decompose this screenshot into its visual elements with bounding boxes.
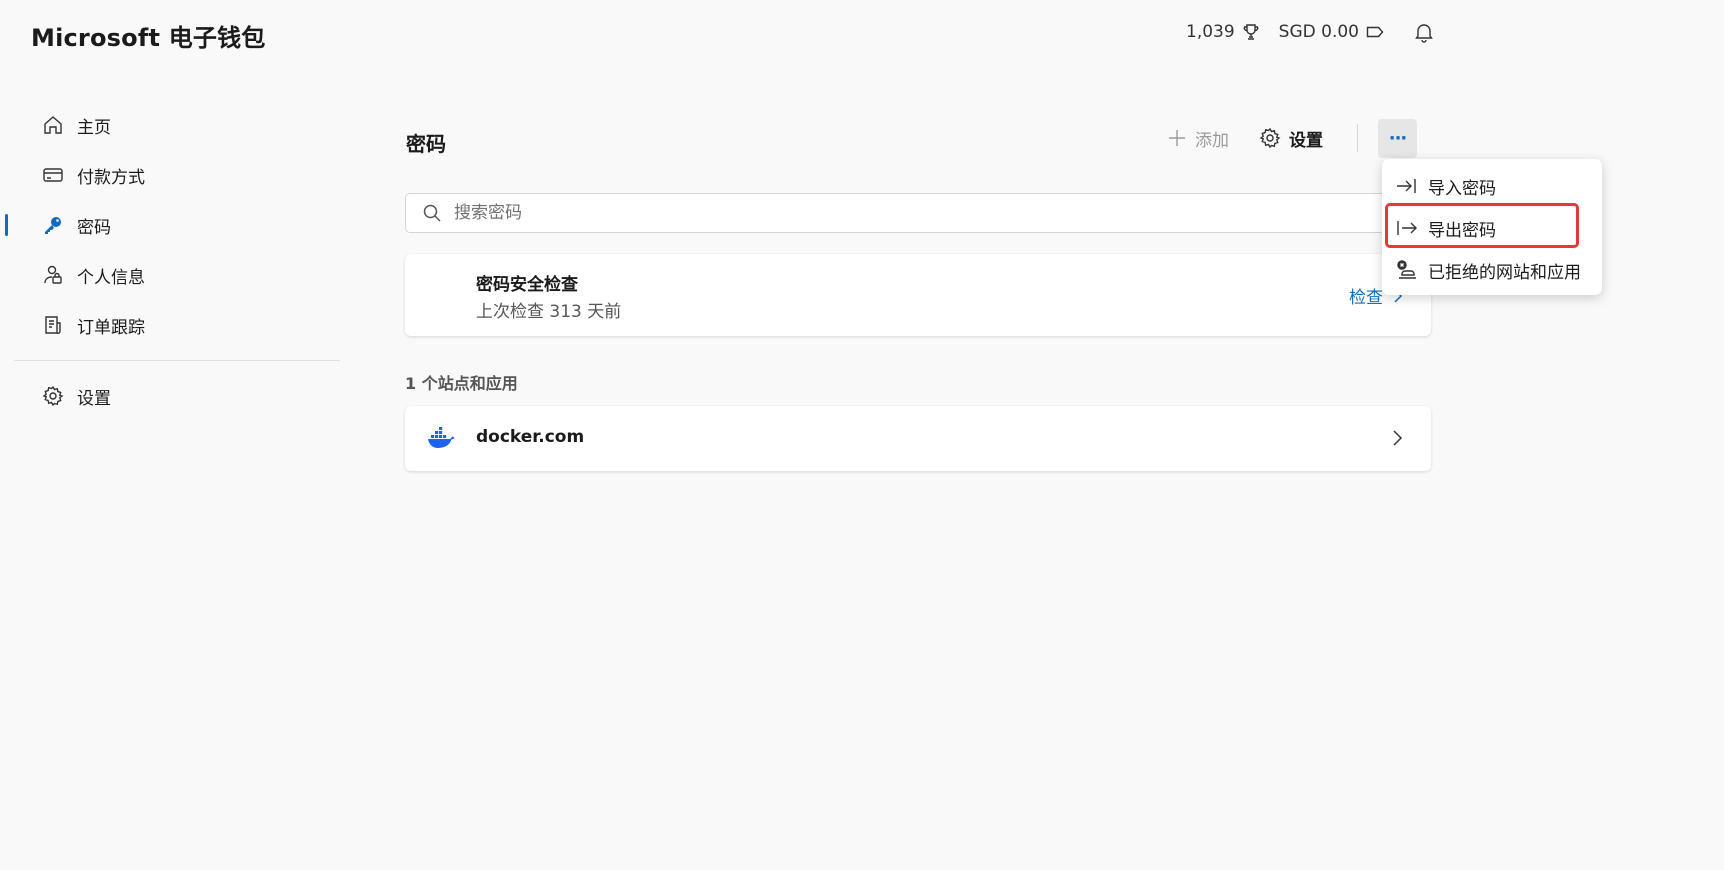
sidebar-item-passwords[interactable]: 密码 bbox=[5, 200, 340, 250]
menu-item-import-passwords[interactable]: 导入密码 bbox=[1382, 165, 1602, 207]
sidebar-item-label: 主页 bbox=[77, 117, 111, 138]
sites-count-label: 1 个站点和应用 bbox=[405, 374, 518, 393]
menu-item-blocked-sites[interactable]: 已拒绝的网站和应用 bbox=[1382, 249, 1602, 291]
security-check-title: 密码安全检查 bbox=[476, 275, 578, 295]
sidebar-item-order-tracking[interactable]: 订单跟踪 bbox=[14, 300, 340, 350]
balance-display[interactable]: SGD 0.00 bbox=[1279, 20, 1385, 44]
sidebar-item-label: 订单跟踪 bbox=[77, 317, 145, 338]
site-name: docker.com bbox=[476, 427, 585, 447]
sidebar-item-payment[interactable]: 付款方式 bbox=[14, 150, 340, 200]
menu-item-label: 导出密码 bbox=[1428, 220, 1496, 241]
sidebar-item-personal-info[interactable]: 个人信息 bbox=[14, 250, 340, 300]
security-check-subtitle: 上次检查 313 天前 bbox=[476, 302, 622, 322]
chevron-right-icon bbox=[1393, 430, 1403, 446]
bell-icon bbox=[1415, 24, 1433, 43]
balance-value: SGD 0.00 bbox=[1278, 22, 1359, 42]
gear-icon bbox=[1259, 127, 1281, 149]
sidebar-item-label: 付款方式 bbox=[77, 167, 145, 188]
points-value: 1,039 bbox=[1186, 22, 1235, 42]
search-icon bbox=[423, 204, 441, 222]
add-label: 添加 bbox=[1195, 130, 1229, 151]
sidebar-item-settings[interactable]: 设置 bbox=[14, 367, 340, 425]
menu-item-export-passwords[interactable]: 导出密码 bbox=[1382, 207, 1602, 249]
card-icon bbox=[41, 163, 65, 187]
key-icon bbox=[41, 213, 65, 237]
more-options-button[interactable]: ··· bbox=[1378, 118, 1417, 158]
sidebar-item-label: 设置 bbox=[77, 388, 111, 409]
security-check-action: 检查 bbox=[1349, 288, 1383, 308]
menu-item-label: 导入密码 bbox=[1428, 178, 1496, 199]
more-options-menu: 导入密码 导出密码 已拒绝的网站和应用 bbox=[1382, 159, 1602, 295]
blocked-sites-icon bbox=[1396, 260, 1418, 280]
receipt-icon bbox=[41, 313, 65, 337]
sidebar-item-label: 密码 bbox=[77, 217, 111, 238]
docker-icon bbox=[428, 427, 455, 448]
toolbar-separator bbox=[1357, 124, 1358, 152]
add-password-button[interactable]: 添加 bbox=[1155, 119, 1241, 157]
tag-icon bbox=[1366, 26, 1384, 38]
home-icon bbox=[41, 113, 65, 137]
settings-label: 设置 bbox=[1289, 130, 1323, 151]
sidebar-item-label: 个人信息 bbox=[77, 267, 145, 288]
trophy-icon bbox=[1243, 24, 1259, 40]
plus-icon bbox=[1169, 130, 1185, 146]
sidebar-item-home[interactable]: 主页 bbox=[14, 100, 340, 150]
header-right: 1,039 SGD 0.00 bbox=[1186, 20, 1435, 44]
site-row-docker[interactable]: docker.com bbox=[405, 406, 1431, 471]
points-display[interactable]: 1,039 bbox=[1186, 20, 1261, 44]
app-title: Microsoft 电子钱包 bbox=[31, 24, 266, 52]
password-settings-button[interactable]: 设置 bbox=[1247, 119, 1335, 157]
password-security-check-card: 密码安全检查 上次检查 313 天前 检查 bbox=[405, 254, 1431, 336]
notifications-button[interactable] bbox=[1413, 20, 1435, 44]
gear-icon bbox=[41, 384, 65, 408]
export-icon bbox=[1396, 219, 1418, 237]
menu-item-label: 已拒绝的网站和应用 bbox=[1428, 262, 1581, 283]
search-bar[interactable] bbox=[405, 193, 1429, 233]
person-icon bbox=[41, 263, 65, 287]
search-input[interactable] bbox=[452, 202, 1356, 224]
page-title: 密码 bbox=[406, 132, 446, 156]
import-icon bbox=[1396, 177, 1418, 195]
sidebar-divider bbox=[14, 360, 340, 361]
toolbar: 添加 设置 ··· bbox=[1155, 118, 1417, 158]
sidebar: 主页 付款方式 密码 个人信息 订单跟踪 设置 bbox=[5, 100, 340, 425]
